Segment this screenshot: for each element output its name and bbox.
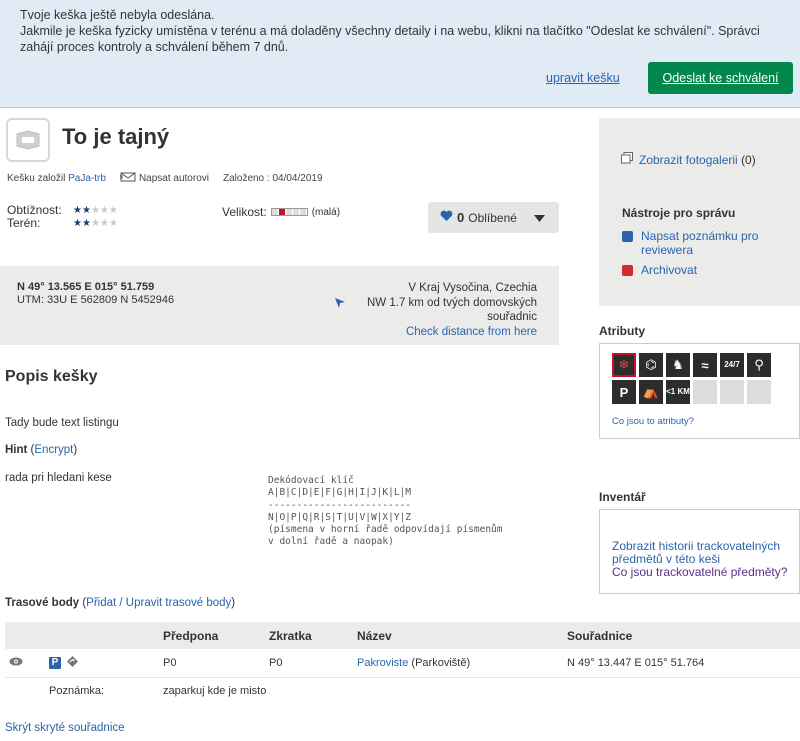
favorites-label: Oblíbené — [468, 210, 517, 225]
archive-link[interactable]: Archivovat — [622, 263, 697, 277]
hint-text: rada pri hledani kese — [5, 472, 112, 484]
edit-waypoints-link[interactable]: Přidat / Upravit trasové body — [86, 597, 231, 609]
col-name: Název — [353, 622, 563, 649]
notice-title: Tvoje keška ještě nebyla odeslána. — [20, 8, 215, 22]
empty-attr-slot — [747, 380, 771, 404]
submit-for-review-button[interactable]: Odeslat ke schválení — [648, 62, 793, 94]
snowflake-icon: ❄ — [612, 353, 636, 377]
direction-arrow-icon — [335, 297, 345, 325]
terrain-stars: ★ ★ ★ ★ ★ — [73, 217, 118, 229]
region-text: V Kraj Vysočina, Czechia — [408, 282, 537, 294]
edit-cache-link[interactable]: upravit kešku — [546, 70, 620, 86]
gallery-link[interactable]: Zobrazit fotogalerii (0) — [621, 152, 756, 167]
table-header-row: Předpona Zkratka Název Souřadnice — [5, 622, 800, 649]
encrypt-link[interactable]: Encrypt — [34, 444, 73, 456]
size-label: Velikost: — [222, 205, 267, 219]
archive-icon — [622, 265, 633, 276]
tools-title: Nástroje pro správu — [622, 206, 736, 220]
unpublished-notice: Tvoje keška ještě nebyla odeslána. Jakmi… — [0, 0, 800, 108]
hint-heading: Hint (Encrypt) — [5, 444, 78, 456]
parking-icon: P — [49, 656, 61, 669]
inventory-panel: Zobrazit historii trackovatelných předmě… — [599, 509, 800, 594]
chevron-down-icon — [534, 212, 545, 226]
parking-attr-icon: P — [612, 380, 636, 404]
note-label: Poznámka: — [49, 685, 105, 698]
coordinates-panel: N 49° 13.565 E 015° 51.759 UTM: 33U E 56… — [0, 266, 559, 345]
attributes-title: Atributy — [599, 324, 645, 338]
hiker-icon: ⚲ — [747, 353, 771, 377]
wp-prefix: P0 — [159, 649, 265, 678]
difficulty-stars: ★ ★ ★ ★ ★ — [73, 204, 118, 216]
reviewer-note-icon — [622, 231, 633, 242]
wp-name-link[interactable]: Pakroviste — [357, 657, 408, 669]
col-prefix: Předpona — [159, 622, 265, 649]
cache-meta: Kešku založil PaJa-trb Napsat autorovi Z… — [7, 172, 323, 185]
size-text: (malá) — [311, 206, 341, 218]
gallery-count: (0) — [741, 152, 756, 167]
table-row-note: Poznámka: zaparkuj kde je misto — [5, 677, 800, 705]
empty-attr-slot — [720, 380, 744, 404]
size-bar — [270, 208, 308, 216]
directions-icon — [67, 655, 79, 670]
decryption-key: Dekódovací klíč A|B|C|D|E|F|G|H|I|J|K|L|… — [268, 475, 503, 548]
waypoints-heading: Trasové body (Přidat / Upravit trasové b… — [5, 597, 236, 609]
check-distance-link[interactable]: Check distance from here — [406, 326, 537, 338]
empty-attr-slot — [693, 380, 717, 404]
dog-icon: ♞ — [666, 353, 690, 377]
trackable-history-link[interactable]: Zobrazit historii trackovatelných předmě… — [612, 540, 799, 566]
message-owner-link[interactable]: Napsat autorovi — [139, 173, 209, 184]
cache-type-icon — [6, 118, 50, 162]
notice-text: Jakmile je keška fyzicky umístěna v teré… — [20, 24, 760, 54]
binoculars-icon: ⌬ — [639, 353, 663, 377]
listing-text: Tady bude text listingu — [5, 417, 119, 429]
table-row: P P0 P0 Pakroviste (Parkoviště) N 49° 13… — [5, 649, 800, 678]
heart-icon — [440, 210, 453, 225]
trackables-info-link[interactable]: Co jsou trackovatelné předměty? — [612, 566, 799, 579]
wp-coordinates: N 49° 13.447 E 015° 51.764 — [563, 649, 800, 678]
mystery-cache-icon — [16, 130, 40, 150]
page-title: To je tajný — [62, 124, 170, 149]
reviewer-note-link[interactable]: Napsat poznámku pro reviewera — [622, 229, 791, 257]
wp-type: (Parkoviště) — [411, 656, 471, 669]
col-coordinates: Souřadnice — [563, 622, 800, 649]
waypoints-table: Předpona Zkratka Název Souřadnice P P0 P… — [5, 622, 800, 705]
available-24-7-icon: 24/7 — [720, 353, 744, 377]
picnic-icon: ⛺ — [639, 380, 663, 404]
hint-label: Hint — [5, 444, 28, 456]
ratings: Obtížnost: ★ ★ ★ ★ ★ Terén: ★ ★ ★ ★ ★ — [7, 204, 118, 230]
favorites-button[interactable]: 0 Oblíbené — [428, 202, 559, 233]
sidebar-tools-panel: Zobrazit fotogalerii (0) Nástroje pro sp… — [599, 118, 800, 306]
waypoints-title: Trasové body — [5, 597, 80, 609]
description-title: Popis kešky — [5, 368, 98, 385]
archive-label: Archivovat — [641, 263, 698, 277]
hide-hidden-coordinates-link[interactable]: Skrýt skryté souřadnice — [5, 722, 125, 734]
inventory-title: Inventář — [599, 490, 646, 504]
reviewer-note-label: Napsat poznámku pro reviewera — [641, 229, 759, 257]
gallery-label: Zobrazit fotogalerii — [639, 152, 738, 167]
distance-text: NW 1.7 km od tvých domovských souřadnic — [367, 296, 537, 324]
owner-link[interactable]: PaJa-trb — [68, 173, 106, 184]
envelope-icon — [119, 172, 136, 185]
placed-date: Založeno : 04/04/2019 — [222, 173, 323, 184]
favorites-count: 0 — [457, 210, 465, 225]
terrain-label: Terén: — [7, 216, 41, 230]
attributes-panel: ❄ ⌬ ♞ ≈ 24/7 ⚲ P ⛺ <1 KM Co jsou to atri… — [599, 343, 800, 439]
short-distance-icon: <1 KM — [666, 380, 690, 404]
attributes-info-link[interactable]: Co jsou to atributy? — [612, 416, 694, 427]
founded-by-label: Kešku založil — [7, 173, 66, 184]
note-text: zaparkuj kde je misto — [163, 685, 267, 698]
wp-code: P0 — [265, 649, 353, 678]
col-code: Zkratka — [265, 622, 353, 649]
cache-size: Velikost: (malá) — [222, 205, 340, 219]
swim-icon: ≈ — [693, 353, 717, 377]
gallery-icon — [621, 152, 633, 167]
eye-icon[interactable] — [5, 649, 45, 678]
